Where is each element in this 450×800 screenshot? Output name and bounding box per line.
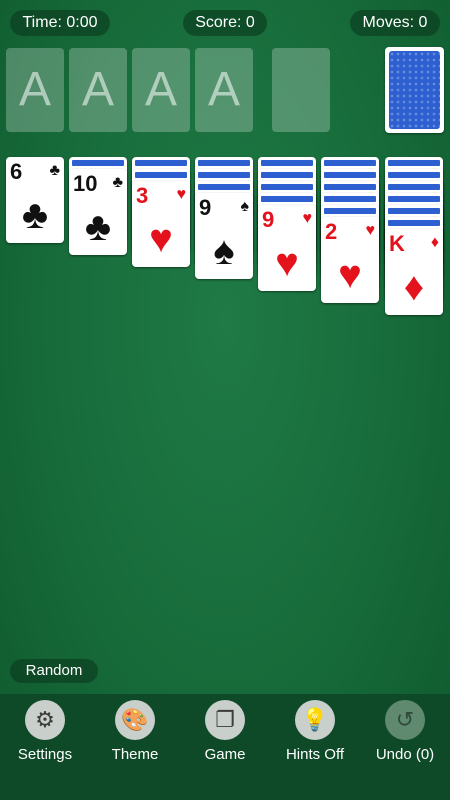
waste-pile[interactable] [272, 48, 330, 132]
tableau-card-6[interactable]: 2 ♥ ♥ [321, 217, 379, 303]
theme-label: Theme [111, 746, 159, 763]
moves-display: Moves: 0 [350, 10, 440, 36]
card-back-pattern [389, 51, 440, 129]
card-rank: 9 [262, 207, 275, 232]
tableau-card-3[interactable]: 3 ♥ ♥ [132, 181, 190, 267]
game-label: Game [204, 746, 246, 763]
undo-icon: ↺ [385, 700, 425, 740]
card-rank: 10 [73, 171, 98, 196]
card-suit-large-icon: ♥ [275, 241, 299, 285]
card-suit-small-icon: ♣ [112, 174, 124, 191]
card-suit-small-icon: ♠ [240, 198, 250, 215]
foundation-pile-3[interactable]: A [132, 48, 190, 132]
card-suit-small-icon: ♥ [365, 222, 376, 239]
bottom-toolbar: ⚙ Settings 🎨 Theme ❐ Game 💡 Hints Off ↺ … [0, 694, 450, 800]
cards-icon: ❐ [205, 700, 245, 740]
card-suit-large-icon: ♣ [21, 193, 49, 237]
tableau-card-2[interactable]: 10 ♣ ♣ [69, 169, 127, 255]
tableau-card-1[interactable]: 6 ♣ ♣ [6, 157, 64, 243]
hints-button[interactable]: 💡 Hints Off [270, 700, 360, 763]
theme-button[interactable]: 🎨 Theme [90, 700, 180, 763]
card-rank: 6 [10, 159, 23, 184]
undo-label: Undo (0) [375, 746, 435, 763]
lightbulb-icon: 💡 [295, 700, 335, 740]
hints-label: Hints Off [285, 746, 345, 763]
foundation-pile-4[interactable]: A [195, 48, 253, 132]
score-display: Score: 0 [183, 10, 267, 36]
card-suit-large-icon: ♥ [338, 253, 362, 297]
card-rank: 2 [325, 219, 338, 244]
card-rank: K [389, 231, 405, 256]
card-suit-small-icon: ♦ [430, 234, 439, 251]
stock-pile[interactable] [385, 47, 444, 133]
card-rank: 9 [199, 195, 212, 220]
tableau-card-4[interactable]: 9 ♠ ♠ [195, 193, 253, 279]
timer-display: Time: 0:00 [10, 10, 110, 36]
card-suit-small-icon: ♥ [302, 210, 313, 227]
random-deal-button[interactable]: Random [10, 659, 98, 683]
tableau-card-7[interactable]: K ♦ ♦ [385, 229, 443, 315]
palette-icon: 🎨 [115, 700, 155, 740]
foundation-pile-2[interactable]: A [69, 48, 127, 132]
card-suit-small-icon: ♥ [176, 186, 187, 203]
tableau-card-5[interactable]: 9 ♥ ♥ [258, 205, 316, 291]
card-suit-small-icon: ♣ [49, 162, 61, 179]
game-button[interactable]: ❐ Game [180, 700, 270, 763]
settings-label: Settings [17, 746, 73, 763]
settings-button[interactable]: ⚙ Settings [0, 700, 90, 763]
card-suit-large-icon: ♠ [213, 229, 235, 273]
card-suit-large-icon: ♣ [84, 205, 112, 249]
undo-button[interactable]: ↺ Undo (0) [360, 700, 450, 763]
card-suit-large-icon: ♦ [403, 265, 425, 309]
card-suit-large-icon: ♥ [149, 217, 173, 261]
card-rank: 3 [136, 183, 149, 208]
foundation-pile-1[interactable]: A [6, 48, 64, 132]
gear-icon: ⚙ [25, 700, 65, 740]
